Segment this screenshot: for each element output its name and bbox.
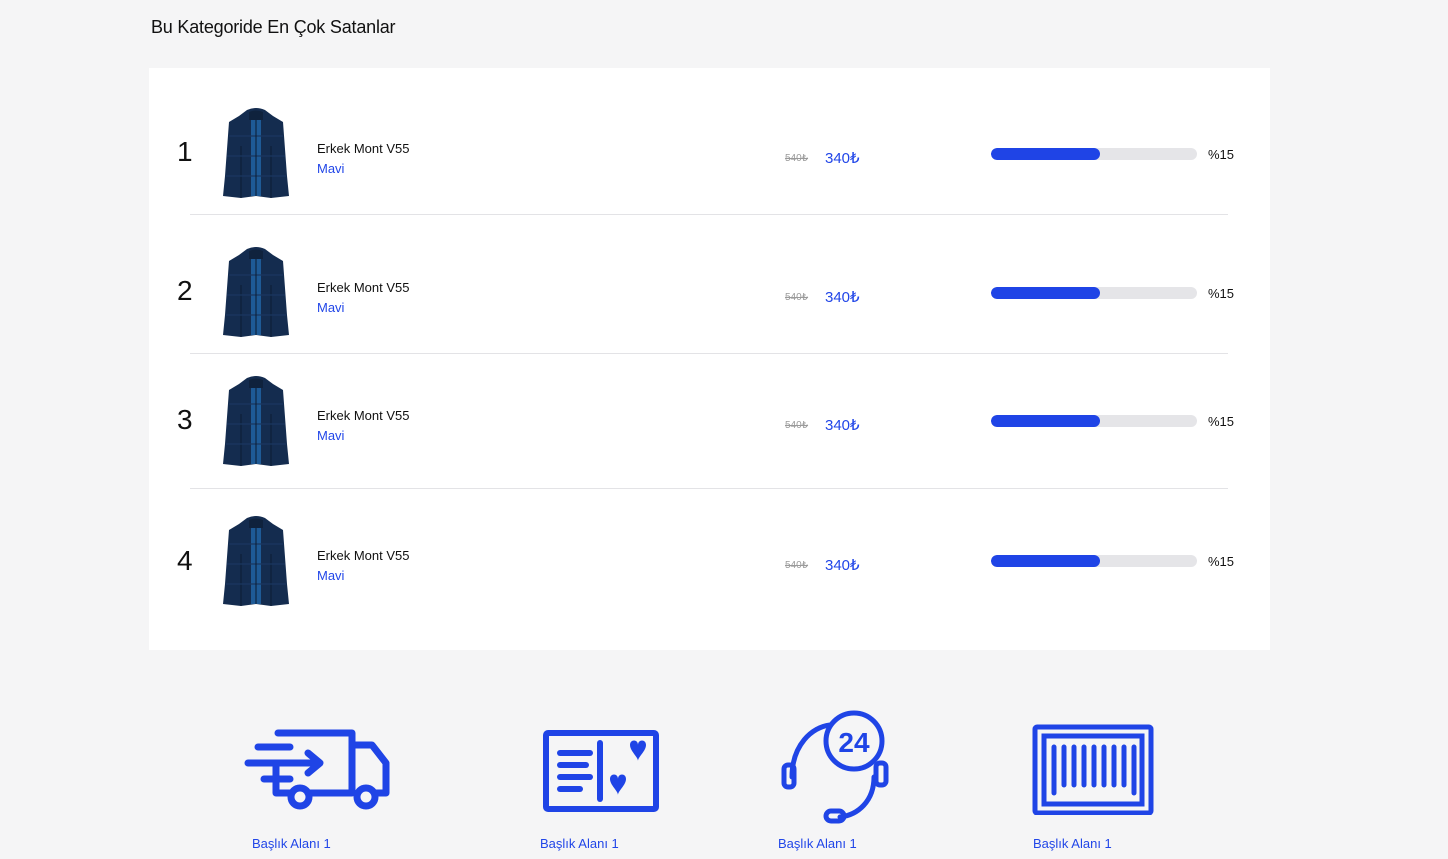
old-price: 540₺ (785, 153, 809, 164)
percent-label: %15 (1208, 414, 1235, 429)
product-name[interactable]: Erkek Mont V55 (317, 408, 410, 423)
jacket-product-image[interactable] (221, 245, 291, 339)
feature-label[interactable]: Başlık Alanı 1 (1033, 836, 1112, 851)
list-item[interactable]: 1 Erkek Mont V55 Mavi 540₺ 340₺ %15 (149, 76, 1270, 215)
percent-label: %15 (1208, 286, 1235, 301)
list-item[interactable]: 2 Erkek Mont V55 Mavi 540₺ 340₺ %15 (149, 215, 1270, 354)
gift-card-icon (543, 730, 659, 812)
product-color: Mavi (317, 568, 345, 583)
product-name[interactable]: Erkek Mont V55 (317, 548, 410, 563)
sales-progress-fill (991, 415, 1101, 427)
old-price: 540₺ (785, 560, 809, 571)
svg-text:24: 24 (838, 727, 870, 758)
feature-item[interactable]: Başlık Alanı 1 (1030, 705, 1158, 851)
feature-label[interactable]: Başlık Alanı 1 (778, 836, 857, 851)
jacket-product-image[interactable] (221, 106, 291, 200)
product-color: Mavi (317, 428, 345, 443)
jacket-product-image[interactable] (221, 514, 291, 608)
jacket-product-image[interactable] (221, 374, 291, 468)
rank-number: 4 (177, 545, 193, 576)
feature-label[interactable]: Başlık Alanı 1 (252, 836, 331, 851)
list-item[interactable]: 4 Erkek Mont V55 Mavi 540₺ 340₺ %15 (149, 489, 1270, 628)
product-name[interactable]: Erkek Mont V55 (317, 141, 410, 156)
list-item[interactable]: 3 Erkek Mont V55 Mavi 540₺ 340₺ %15 (149, 354, 1270, 489)
product-color: Mavi (317, 161, 345, 176)
rank-number: 2 (177, 275, 193, 306)
section-title: Bu Kategoride En Çok Satanlar (151, 17, 396, 37)
feature-label[interactable]: Başlık Alanı 1 (540, 836, 619, 851)
sales-progress-bar (991, 415, 1197, 427)
support-24-icon: 24 (781, 710, 889, 824)
rank-number: 3 (177, 404, 193, 435)
old-price: 540₺ (785, 420, 809, 431)
product-color: Mavi (317, 300, 345, 315)
delivery-truck-icon (244, 729, 390, 810)
sales-progress-bar (991, 555, 1197, 567)
sales-progress-fill (991, 148, 1101, 160)
feature-item[interactable]: Başlık Alanı 1 (540, 705, 662, 851)
sales-progress-fill (991, 555, 1101, 567)
feature-item[interactable]: Başlık Alanı 1 (244, 705, 392, 851)
sales-progress-bar (991, 148, 1197, 160)
rank-number: 1 (177, 136, 193, 167)
barcode-icon (1032, 724, 1154, 815)
old-price: 540₺ (785, 292, 809, 303)
sale-price: 340₺ (825, 289, 860, 306)
percent-label: %15 (1208, 147, 1235, 162)
sales-progress-bar (991, 287, 1197, 299)
percent-label: %15 (1208, 554, 1235, 569)
sale-price: 340₺ (825, 557, 860, 574)
product-name[interactable]: Erkek Mont V55 (317, 280, 410, 295)
sales-progress-fill (991, 287, 1101, 299)
feature-item[interactable]: 24 Başlık Alanı 1 (778, 705, 894, 851)
sale-price: 340₺ (825, 417, 860, 434)
bestsellers-list: 1 Erkek Mont V55 Mavi 540₺ 340₺ %15 2 Er… (149, 68, 1270, 650)
sale-price: 340₺ (825, 150, 860, 167)
